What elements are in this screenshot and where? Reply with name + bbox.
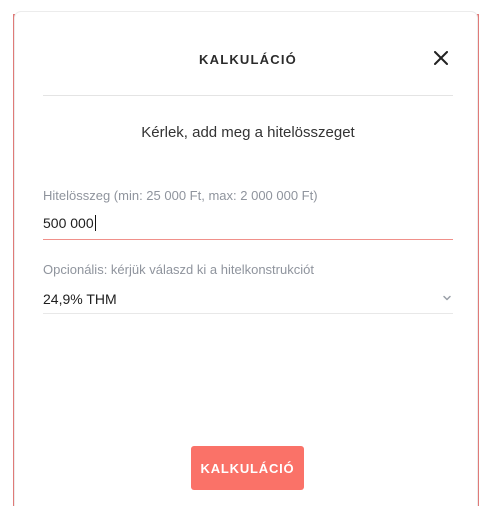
calculator-modal: KALKULÁCIÓ Kérlek, add meg a hitelösszeg… <box>15 12 477 506</box>
modal-header: KALKULÁCIÓ <box>43 36 453 96</box>
modal-subtitle: Kérlek, add meg a hitelösszeget <box>141 124 355 141</box>
close-button[interactable] <box>429 46 453 70</box>
text-caret <box>94 215 96 231</box>
modal-title: KALKULÁCIÓ <box>199 52 297 67</box>
calculate-button[interactable]: KALKULÁCIÓ <box>191 446 304 490</box>
loan-construction-selected: 24,9% THM <box>43 291 117 307</box>
loan-amount-value: 500 000 <box>43 215 94 231</box>
loan-amount-input[interactable]: 500 000 <box>43 214 453 232</box>
close-icon <box>434 51 448 65</box>
loan-amount-label: Hitelösszeg (min: 25 000 Ft, max: 2 000 … <box>43 188 318 203</box>
loan-amount-field[interactable]: Hitelösszeg (min: 25 000 Ft, max: 2 000 … <box>43 188 453 240</box>
loan-construction-select[interactable]: 24,9% THM <box>43 290 453 308</box>
loan-construction-field[interactable]: Opcionális: kérjük válaszd ki a hitelkon… <box>43 262 453 314</box>
loan-construction-label: Opcionális: kérjük válaszd ki a hitelkon… <box>43 262 314 277</box>
page-backdrop: KALKULÁCIÓ Kérlek, add meg a hitelösszeg… <box>0 0 479 506</box>
chevron-down-icon <box>443 295 451 301</box>
